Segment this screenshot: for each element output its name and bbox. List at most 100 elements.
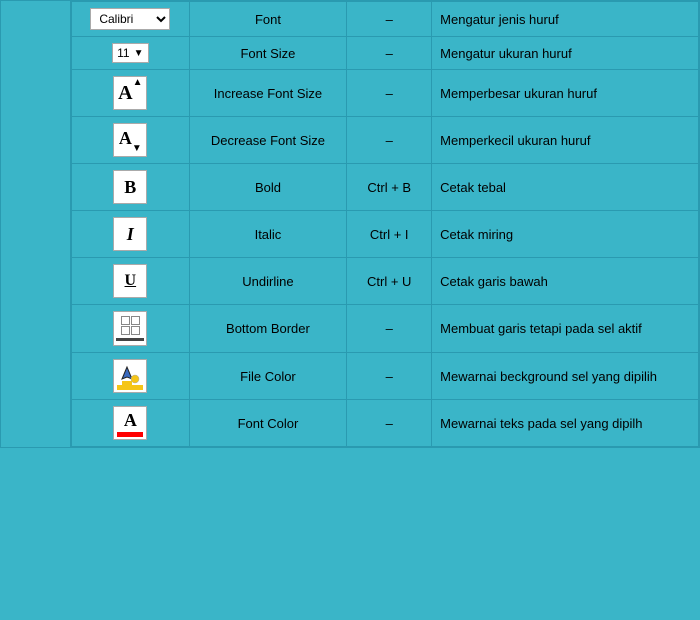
icon-cell: U [72,258,190,305]
feature-name-cell: Bold [189,164,347,211]
border-grid [121,316,140,335]
font-color-bar [117,432,143,437]
shortcut-cell: Ctrl + U [347,258,432,305]
feature-name: Bottom Border [226,321,310,336]
shortcut-value: – [386,321,393,336]
icon-cell: B [72,164,190,211]
description-cell: Memperkecil ukuran huruf [432,117,699,164]
feature-name-cell: Italic [189,211,347,258]
increase-font-icon: A▲ [113,76,147,110]
fill-color-icon [113,359,147,393]
icon-cell: Calibri Arial Times New Roman [72,2,190,37]
feature-name-cell: Increase Font Size [189,70,347,117]
description-cell: Mewarnai beckground sel yang dipilih [432,353,699,400]
shortcut-value: – [386,133,393,148]
table-row: 11 ▼ Font Size – Mengatur ukuran huruf [72,37,699,70]
font-color-letter: A [114,407,146,433]
description-text: Mengatur ukuran huruf [440,46,572,61]
inner-table: Calibri Arial Times New Roman Font – Men… [71,1,699,447]
shortcut-value: – [386,369,393,384]
feature-name-cell: File Color [189,353,347,400]
feature-name: Font [255,12,281,27]
description-cell: Membuat garis tetapi pada sel aktif [432,305,699,353]
table-row: A▲ Increase Font Size – Memperbesar ukur… [72,70,699,117]
shortcut-value: Ctrl + I [370,227,409,242]
fill-color-bar [117,385,143,390]
description-text: Memperkecil ukuran huruf [440,133,590,148]
icon-cell: 11 ▼ [72,37,190,70]
feature-name: Decrease Font Size [211,133,325,148]
font-size-value: 11 [117,46,129,60]
table-row: A Font Color – Mewarnai teks pada sel ya… [72,400,699,447]
underline-icon: U [113,264,147,298]
table-row: A▼ Decrease Font Size – Memperkecil ukur… [72,117,699,164]
description-text: Mewarnai teks pada sel yang dipilh [440,416,642,431]
feature-name: Undirline [242,274,293,289]
description-cell: Mengatur jenis huruf [432,2,699,37]
feature-name-cell: Font Color [189,400,347,447]
shortcut-cell: Ctrl + B [347,164,432,211]
bold-icon: B [113,170,147,204]
font-size-box: 11 ▼ [112,43,148,63]
shortcut-value: Ctrl + B [367,180,411,195]
description-text: Membuat garis tetapi pada sel aktif [440,321,642,336]
feature-name-cell: Font Size [189,37,347,70]
table-row: Calibri Arial Times New Roman Font – Men… [72,2,699,37]
description-text: Mengatur jenis huruf [440,12,559,27]
description-cell: Cetak garis bawah [432,258,699,305]
icon-cell: A▼ [72,117,190,164]
shortcut-cell: – [347,70,432,117]
shortcut-cell: – [347,37,432,70]
fill-bucket-svg [119,365,141,387]
shortcut-cell: – [347,353,432,400]
icon-cell: I [72,211,190,258]
italic-icon: I [113,217,147,251]
feature-name-cell: Font [189,2,347,37]
icon-cell: A [72,400,190,447]
border-icon [113,311,147,346]
font-size-arrow[interactable]: ▼ [134,48,144,59]
feature-name-cell: Bottom Border [189,305,347,353]
description-text: Cetak garis bawah [440,274,548,289]
feature-name: Bold [255,180,281,195]
description-text: Mewarnai beckground sel yang dipilih [440,369,657,384]
description-text: Memperbesar ukuran huruf [440,86,597,101]
feature-name-cell: Undirline [189,258,347,305]
feature-name: Font Color [238,416,299,431]
icon-cell: A▲ [72,70,190,117]
feature-name-cell: Decrease Font Size [189,117,347,164]
shortcut-cell: – [347,400,432,447]
description-cell: Memperbesar ukuran huruf [432,70,699,117]
shortcut-cell: – [347,117,432,164]
table-row: Bottom Border – Membuat garis tetapi pad… [72,305,699,353]
description-cell: Mengatur ukuran huruf [432,37,699,70]
shortcut-cell: – [347,305,432,353]
fill-icon-inner [114,360,146,392]
shortcut-value: – [386,416,393,431]
shortcut-cell: Ctrl + I [347,211,432,258]
feature-name: File Color [240,369,296,384]
bottom-border-line [116,338,144,341]
description-text: Cetak miring [440,227,513,242]
table-row: U Undirline Ctrl + U Cetak garis bawah [72,258,699,305]
shortcut-value: – [386,46,393,61]
table-row: File Color – Mewarnai beckground sel yan… [72,353,699,400]
shortcut-value: Ctrl + U [367,274,411,289]
icon-cell [72,305,190,353]
font-select[interactable]: Calibri Arial Times New Roman [90,8,170,30]
decrease-font-icon: A▼ [113,123,147,157]
description-cell: Cetak miring [432,211,699,258]
font-group-label [1,1,71,448]
description-cell: Cetak tebal [432,164,699,211]
table-row: B Bold Ctrl + B Cetak tebal [72,164,699,211]
shortcut-cell: – [347,2,432,37]
main-table: Calibri Arial Times New Roman Font – Men… [0,0,700,448]
table-row: I Italic Ctrl + I Cetak miring [72,211,699,258]
feature-name: Italic [255,227,282,242]
feature-name: Font Size [240,46,295,61]
shortcut-value: – [386,86,393,101]
font-color-icon: A [113,406,147,440]
description-text: Cetak tebal [440,180,506,195]
icon-cell [72,353,190,400]
feature-name: Increase Font Size [214,86,322,101]
